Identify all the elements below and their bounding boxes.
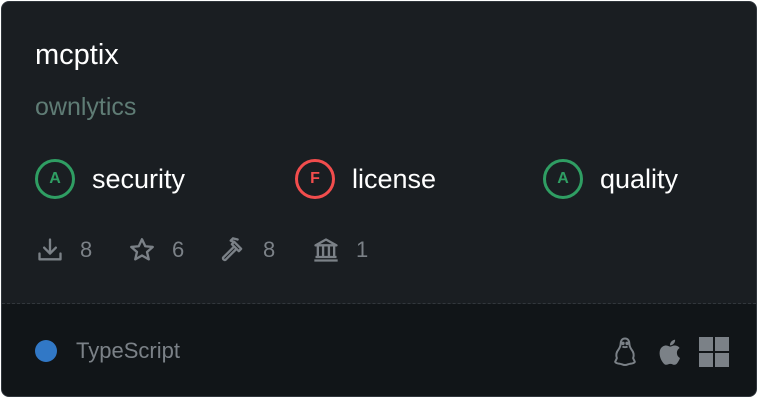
- tools-count: 8: [263, 237, 276, 262]
- downloads-stat: 8: [36, 233, 92, 267]
- package-owner[interactable]: ownlytics: [35, 90, 136, 124]
- registries-stat: 1: [312, 233, 368, 267]
- apple-icon: [659, 339, 680, 365]
- language-color-dot: [35, 340, 57, 362]
- grade-badge: A: [543, 159, 583, 199]
- license-score: F license: [295, 156, 436, 202]
- download-icon: [38, 238, 62, 261]
- package-name[interactable]: mcptix: [35, 36, 119, 74]
- quality-score: A quality: [543, 156, 678, 202]
- windows-icon: [699, 337, 729, 367]
- grade-badge: A: [35, 159, 75, 199]
- score-label: security: [92, 164, 186, 194]
- package-card[interactable]: mcptix ownlytics A security F license A …: [1, 1, 757, 397]
- score-label: quality: [600, 164, 679, 194]
- security-score: A security: [35, 156, 185, 202]
- language-label: TypeScript: [76, 338, 180, 363]
- hammer-icon: [221, 237, 243, 262]
- stars-stat: 6: [128, 233, 184, 267]
- stars-count: 6: [172, 237, 185, 262]
- grade-badge: F: [295, 159, 335, 199]
- linux-icon: [614, 337, 636, 367]
- bank-icon: [314, 238, 338, 262]
- registries-count: 1: [356, 237, 369, 262]
- star-icon: [130, 238, 154, 261]
- downloads-count: 8: [80, 237, 93, 262]
- tools-stat: 8: [219, 233, 275, 267]
- score-label: license: [352, 164, 437, 194]
